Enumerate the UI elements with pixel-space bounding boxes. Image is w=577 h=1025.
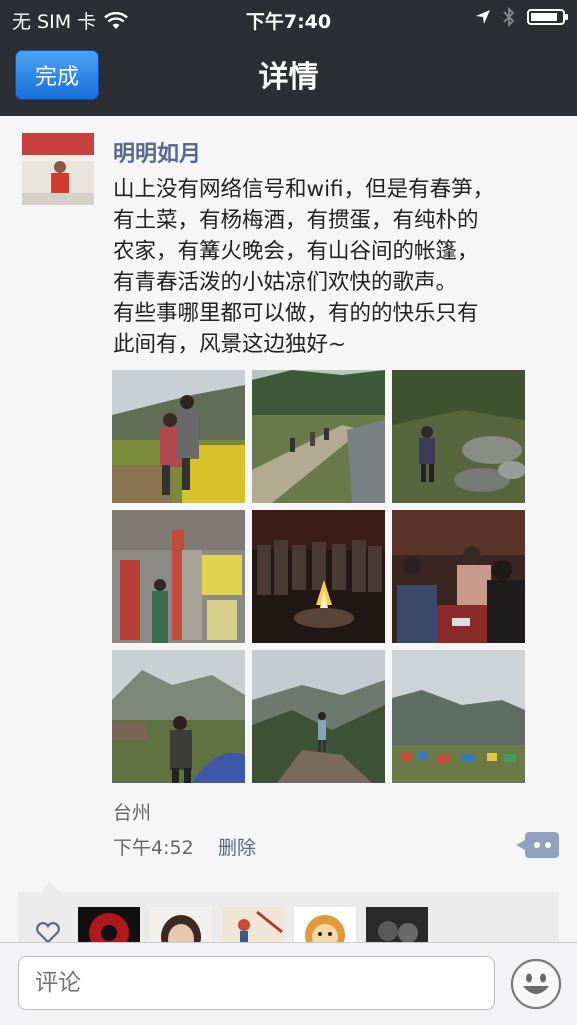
photo-thumbnail[interactable] (252, 370, 385, 503)
author-avatar[interactable] (22, 133, 94, 205)
status-bar: 无 SIM 卡 下午7:40 (0, 0, 577, 36)
photo-thumbnail[interactable] (112, 650, 245, 783)
photo-thumbnail[interactable] (252, 510, 385, 643)
battery-level-fill (531, 13, 557, 21)
likes-section (18, 882, 559, 942)
photo-thumbnail[interactable] (112, 370, 245, 503)
liker-avatar[interactable] (366, 907, 428, 942)
comment-bubble-icon[interactable] (516, 832, 559, 858)
author-avatar-image (22, 133, 94, 205)
comment-bar (0, 942, 577, 1025)
comment-dot (534, 842, 540, 848)
post-text: 山上没有网络信号和wifi，但是有春笋， 有土菜，有杨梅酒，有掼蛋，有纯朴的 农… (113, 177, 495, 357)
smiley-icon[interactable] (510, 958, 562, 1010)
location-label[interactable]: 台州 (113, 798, 151, 825)
post-detail: 明明如月 山上没有网络信号和wifi，但是有春笋， 有土菜，有杨梅酒，有掼蛋，有… (0, 116, 577, 942)
delete-link[interactable]: 删除 (218, 833, 256, 860)
location-arrow-icon (476, 10, 490, 24)
photo-thumbnail[interactable] (392, 510, 525, 643)
post-time: 下午4:52 (113, 837, 194, 859)
bluetooth-icon (503, 7, 515, 27)
photo-thumbnail[interactable] (112, 510, 245, 643)
page-title: 详情 (258, 60, 319, 95)
photo-thumbnail[interactable] (392, 370, 525, 503)
comment-dot (545, 842, 551, 848)
liker-avatar[interactable] (294, 907, 356, 942)
comment-input[interactable] (18, 956, 495, 1010)
liker-avatar[interactable] (222, 907, 284, 942)
status-right (475, 7, 568, 27)
liker-avatar[interactable] (78, 907, 140, 942)
photo-thumbnail[interactable] (252, 650, 385, 783)
heart-icon (36, 922, 60, 942)
liker-avatar[interactable] (150, 907, 212, 942)
battery-icon (527, 9, 568, 25)
author-name[interactable]: 明明如月 (113, 136, 201, 168)
photo-thumbnail[interactable] (392, 650, 525, 783)
nav-bar: 完成 详情 (0, 36, 577, 116)
